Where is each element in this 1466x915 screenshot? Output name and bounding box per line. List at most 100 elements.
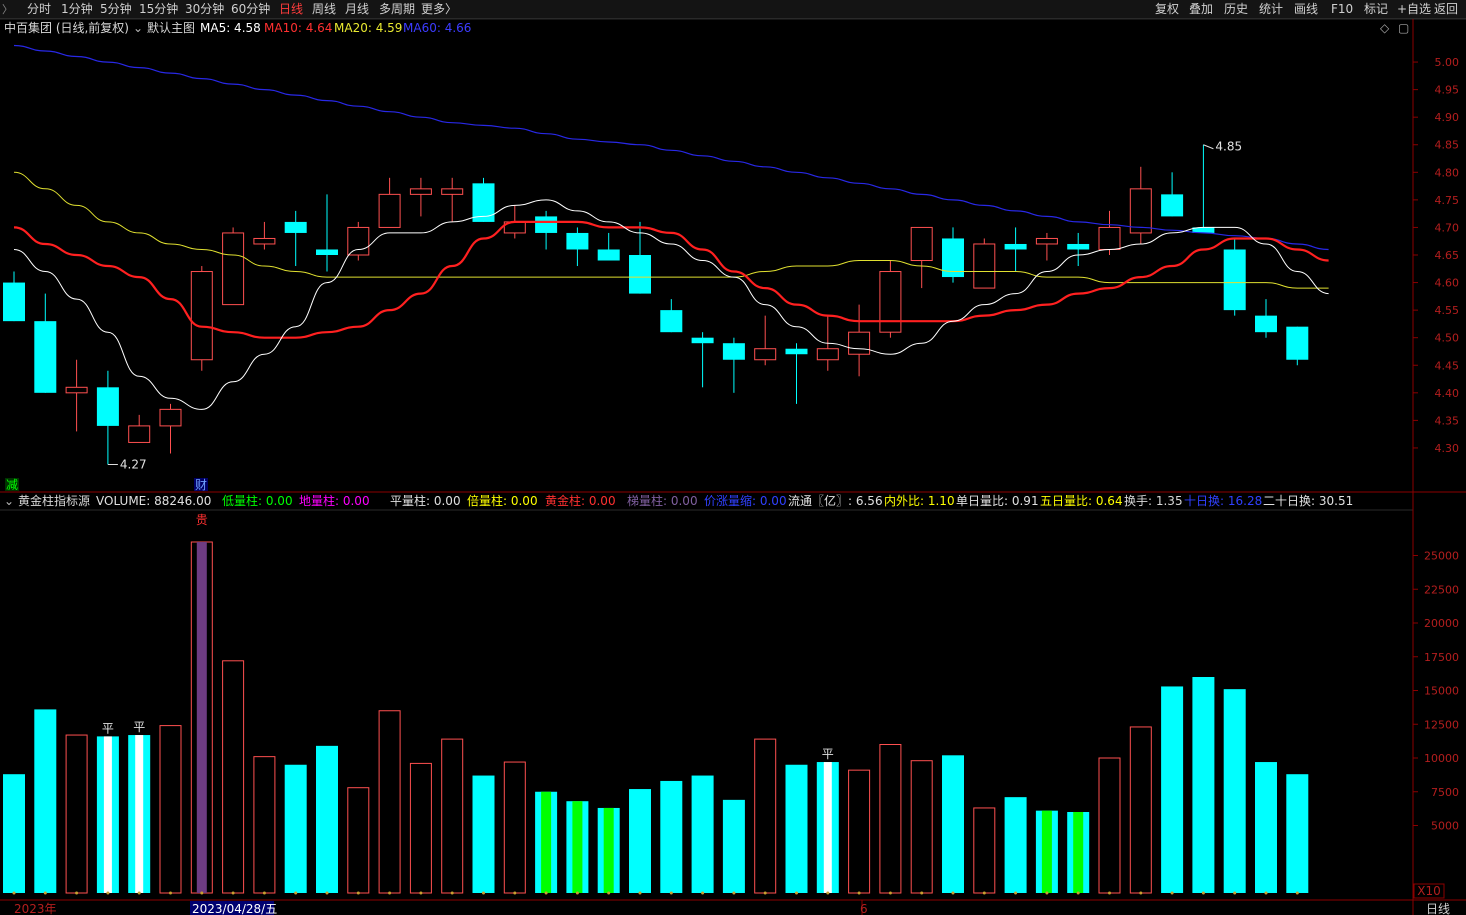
volume-tick-label-0: 5000	[1431, 820, 1459, 833]
price-tick-label-10: 4.80	[1435, 166, 1460, 179]
volume-bar-body-11	[347, 787, 370, 894]
volume-bar-dot-15	[482, 891, 485, 895]
candle-body-18	[566, 232, 589, 250]
volume-bar-dot-16	[513, 891, 517, 895]
ping-label-3: 平	[102, 721, 114, 735]
volume-bar-dot-8	[262, 891, 266, 895]
volume-bar-12	[378, 710, 401, 895]
y-axis: 4.30 4.35 4.40 4.45 4.50 4.55 4.60 4.65 4.70 4.75…	[1413, 56, 1460, 833]
candle-8	[253, 221, 276, 250]
volume-bar-8	[253, 756, 276, 895]
volume-bar-40	[1255, 762, 1277, 895]
volume-bar-dot-21	[669, 891, 673, 895]
candle-5	[159, 403, 182, 454]
volume-bar-24	[754, 738, 777, 895]
candle-14	[441, 177, 464, 222]
volume-bar-dot-3	[106, 891, 110, 895]
candle-22	[691, 332, 714, 388]
volume-bar-dot-26	[826, 891, 830, 895]
volume-bar-body-7	[222, 660, 245, 894]
volume-bar-14	[441, 738, 464, 895]
candle-37	[1161, 172, 1184, 217]
volume-bar-core-33	[1041, 810, 1052, 893]
volume-bar-dot-20	[638, 891, 642, 895]
candle-36	[1129, 166, 1152, 244]
volume-tick-label-4: 15000	[1424, 685, 1459, 698]
price-candles	[3, 144, 1309, 465]
volume-bar-dot-31	[982, 891, 986, 895]
candle-body-21	[660, 310, 683, 333]
candle-body-8	[253, 237, 276, 245]
volume-bar-41	[1286, 774, 1309, 895]
candle-body-1	[34, 321, 57, 393]
volume-bar-dot-17	[544, 891, 548, 895]
candle-6	[190, 266, 213, 371]
volume-bar-22	[691, 775, 714, 895]
candle-body-19	[597, 249, 620, 261]
volume-bar-body-29	[910, 760, 933, 894]
volume-bar-0	[3, 774, 25, 895]
volume-bar-dot-18	[575, 891, 579, 895]
volume-bar-body-38	[1192, 677, 1215, 893]
volume-bar-body-0	[3, 774, 25, 893]
volume-bar-dot-9	[294, 891, 298, 895]
candle-body-29	[910, 226, 933, 262]
volume-bar-core-26	[823, 762, 832, 893]
candle-body-3	[96, 387, 119, 426]
volume-bar-dot-22	[701, 891, 705, 895]
volume-bar-body-14	[441, 738, 464, 894]
candle-12	[378, 177, 401, 228]
ping-label-4: 平	[133, 720, 145, 734]
volume-bar-31	[973, 807, 996, 895]
candle-31	[973, 238, 996, 289]
candle-17	[535, 210, 558, 250]
volume-bar-6	[190, 541, 213, 895]
candle-35	[1098, 210, 1121, 255]
price-tick-label-6: 4.60	[1435, 277, 1460, 290]
volume-bar-9	[284, 764, 307, 895]
candle-body-13	[409, 188, 432, 195]
volume-bar-dot-36	[1139, 891, 1143, 895]
candle-9	[284, 210, 307, 267]
volume-bar-7	[222, 660, 245, 895]
candle-7	[222, 227, 245, 306]
high-arrow-line	[1203, 144, 1214, 150]
candle-body-2	[65, 386, 88, 394]
candle-body-32	[1004, 243, 1027, 250]
kline-chart[interactable]: 4.30 4.35 4.40 4.45 4.50 4.55 4.60 4.65 4.70 4.75…	[0, 0, 1466, 915]
candle-4	[128, 414, 151, 443]
candle-body-22	[691, 337, 714, 344]
volume-bar-29	[910, 760, 933, 895]
candle-body-7	[222, 232, 245, 306]
cursor-date-label: 2023/04/28/五	[192, 902, 277, 915]
volume-bar-19	[597, 807, 620, 895]
volume-tick-label-1: 7500	[1431, 786, 1459, 799]
volume-bar-dot-30	[951, 891, 955, 895]
candle-40	[1255, 299, 1277, 338]
volume-bar-34	[1067, 812, 1090, 895]
volume-bar-26	[816, 762, 839, 895]
volume-bar-body-35	[1098, 757, 1121, 894]
price-tick-label-14: 5.00	[1435, 56, 1460, 69]
volume-bar-dot-4	[137, 891, 141, 895]
price-tick-label-13: 4.95	[1435, 84, 1460, 97]
candle-body-31	[973, 243, 996, 289]
volume-bar-core-17	[541, 791, 552, 893]
gui-label: 贵	[196, 513, 208, 527]
volume-bar-27	[848, 769, 871, 895]
price-tick-label-2: 4.40	[1435, 387, 1460, 400]
volume-bar-body-21	[660, 780, 683, 893]
volume-bar-dot-14	[450, 891, 454, 895]
volume-bar-body-36	[1129, 726, 1152, 894]
candle-body-6	[190, 271, 213, 361]
volume-bar-dot-33	[1045, 891, 1049, 895]
volume-bar-dot-11	[356, 891, 360, 895]
volume-bar-23	[722, 799, 745, 895]
low-price-label: 4.27	[120, 457, 147, 471]
volume-bar-dot-23	[732, 891, 736, 895]
volume-bar-dot-0	[12, 891, 16, 895]
volume-bar-body-1	[34, 709, 57, 893]
volume-bar-body-30	[942, 755, 964, 893]
volume-bar-body-10	[316, 745, 338, 893]
price-tick-label-1: 4.35	[1435, 414, 1460, 427]
